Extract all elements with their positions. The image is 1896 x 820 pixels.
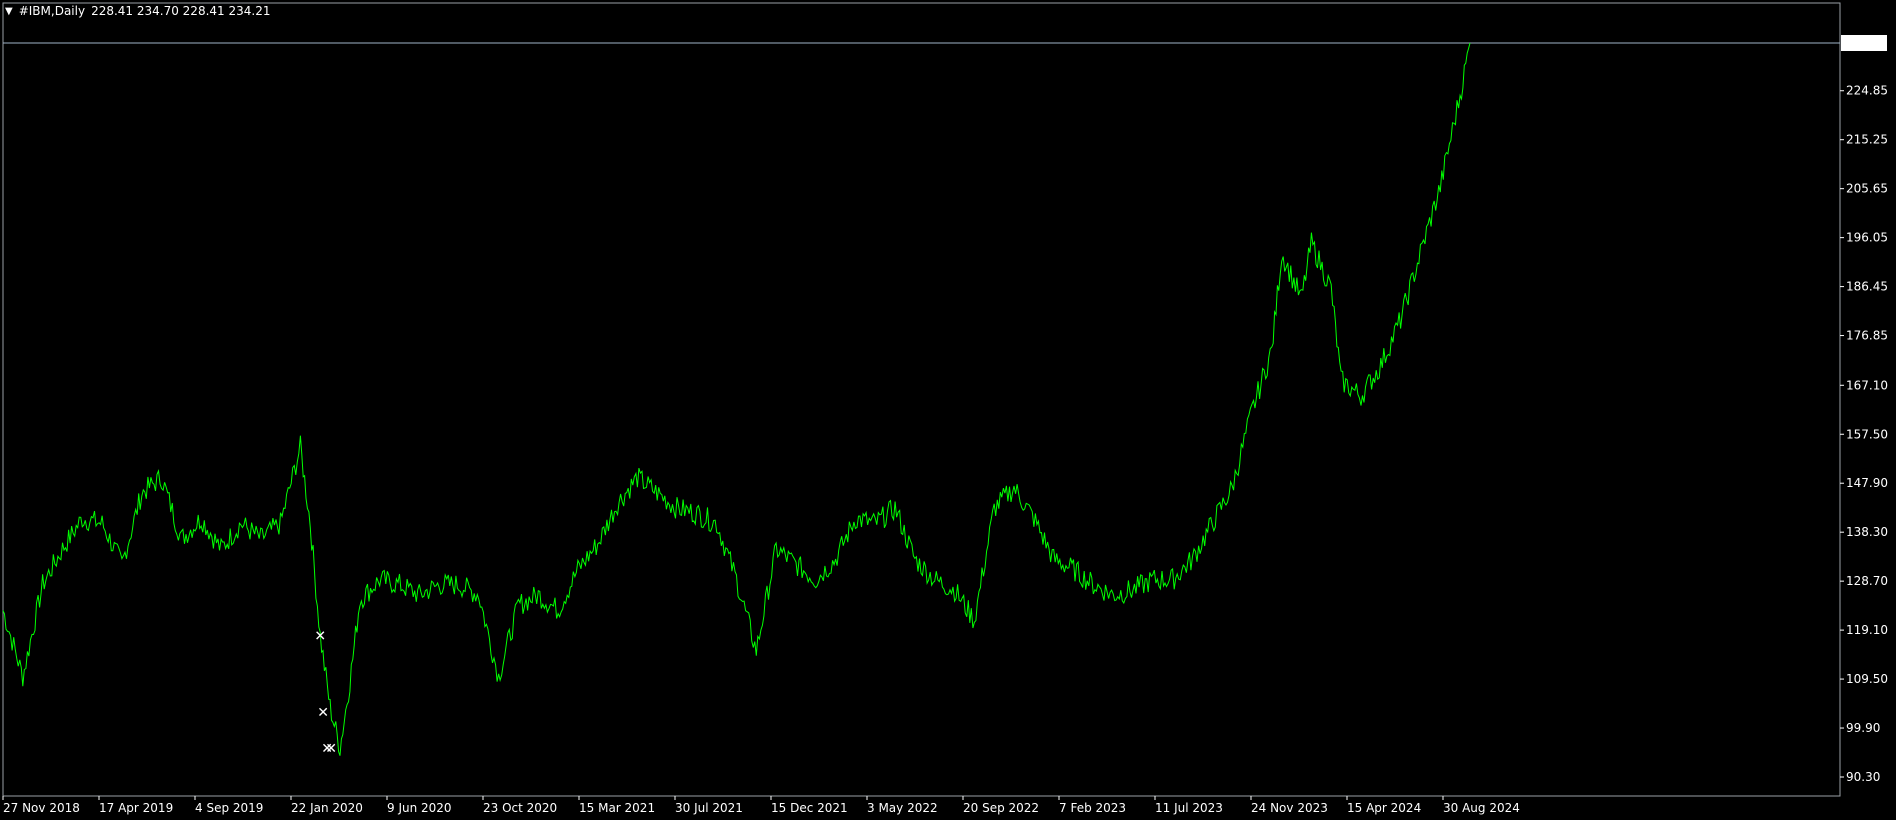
- y-tick-label: 109.50: [1846, 672, 1888, 686]
- y-tick-label: 186.45: [1846, 280, 1888, 294]
- x-tick-label: 15 Dec 2021: [771, 801, 848, 815]
- trade-marker[interactable]: ✕: [314, 629, 326, 645]
- x-tick-label: 22 Jan 2020: [291, 801, 363, 815]
- x-tick-label: 15 Mar 2021: [579, 801, 655, 815]
- ohlc-label: 228.41 234.70 228.41 234.21: [91, 4, 271, 18]
- y-tick-label: 90.30: [1846, 770, 1880, 784]
- y-tick-label: 119.10: [1846, 623, 1888, 637]
- x-tick-label: 30 Jul 2021: [675, 801, 743, 815]
- y-tick-label: 167.10: [1846, 378, 1888, 392]
- y-tick-label: 128.70: [1846, 574, 1888, 588]
- symbol-label: #IBM,Daily: [18, 4, 86, 18]
- current-price-label: 234.21: [1845, 36, 1887, 50]
- x-tick-label: 27 Nov 2018: [3, 801, 80, 815]
- x-tick-label: 3 May 2022: [867, 801, 938, 815]
- trade-marker[interactable]: ✕: [325, 741, 337, 757]
- x-tick-label: 24 Nov 2023: [1251, 801, 1328, 815]
- y-tick-label: 99.90: [1846, 721, 1880, 735]
- y-tick-label: 138.30: [1846, 525, 1888, 539]
- x-tick-label: 11 Jul 2023: [1155, 801, 1223, 815]
- x-tick-label: 20 Sep 2022: [963, 801, 1039, 815]
- plot-area: [2, 2, 1841, 797]
- y-tick-label: 215.25: [1846, 133, 1888, 147]
- y-tick-label: 176.85: [1846, 329, 1888, 343]
- x-tick-label: 4 Sep 2019: [195, 801, 263, 815]
- y-tick-label: 147.90: [1846, 476, 1888, 490]
- x-tick-label: 7 Feb 2023: [1059, 801, 1126, 815]
- y-tick-label: 196.05: [1846, 231, 1888, 245]
- chart-header: ▼ #IBM,Daily 228.41 234.70 228.41 234.21: [5, 4, 270, 18]
- y-tick-label: 205.65: [1846, 182, 1888, 196]
- price-chart[interactable]: ✕✕✕✕ 234.21224.85215.25205.65196.05186.4…: [0, 0, 1896, 820]
- x-tick-label: 17 Apr 2019: [99, 801, 173, 815]
- x-tick-label: 30 Aug 2024: [1443, 801, 1520, 815]
- x-tick-label: 9 Jun 2020: [387, 801, 452, 815]
- y-tick-label: 224.85: [1846, 84, 1888, 98]
- y-tick-label: 157.50: [1846, 427, 1888, 441]
- triangle-down-icon[interactable]: ▼: [5, 6, 13, 17]
- trade-marker[interactable]: ✕: [317, 705, 329, 721]
- x-tick-label: 23 Oct 2020: [483, 801, 557, 815]
- x-tick-label: 15 Apr 2024: [1347, 801, 1421, 815]
